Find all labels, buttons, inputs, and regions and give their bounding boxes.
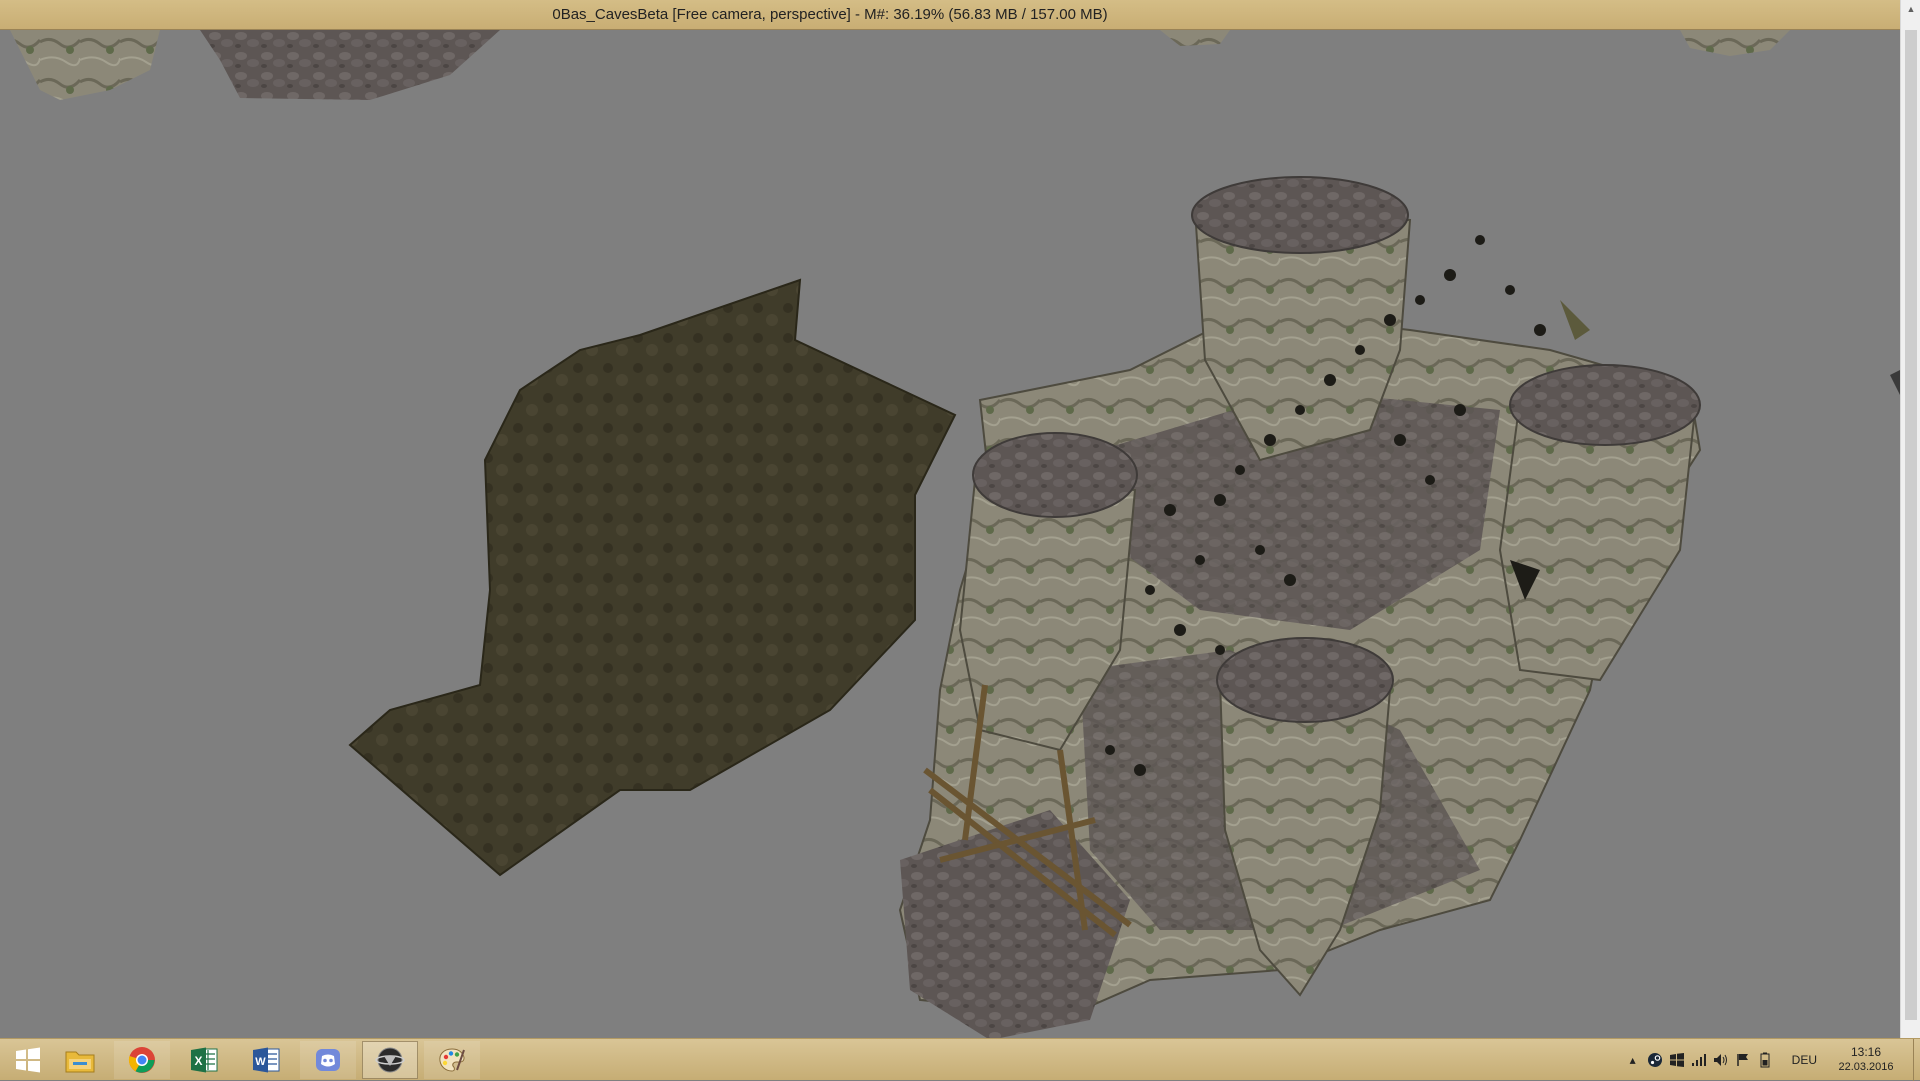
scrollbar-thumb[interactable]: [1905, 30, 1917, 1020]
construction-set-button[interactable]: [362, 1041, 418, 1079]
excel-icon: X: [191, 1047, 218, 1073]
discord-button[interactable]: [300, 1041, 356, 1079]
taskbar: X W ▴ DEU 13:16 22.03.2016: [0, 1038, 1920, 1081]
rock-pillar-right: [1498, 364, 1701, 682]
volume-icon[interactable]: [1712, 1051, 1730, 1069]
svg-text:W: W: [255, 1056, 266, 1068]
network-signal-icon[interactable]: [1690, 1051, 1708, 1069]
window-titlebar[interactable]: 0Bas_CavesBeta [Free camera, perspective…: [0, 0, 1900, 30]
system-tray: ▴ DEU 13:16 22.03.2016: [1622, 1039, 1920, 1081]
steam-icon[interactable]: [1646, 1051, 1664, 1069]
chrome-button[interactable]: [114, 1041, 170, 1079]
windows-update-icon[interactable]: [1668, 1051, 1686, 1069]
input-language-indicator[interactable]: DEU: [1792, 1053, 1817, 1067]
scene-render: [10, 30, 1900, 1038]
rock-fragment-top-right: [1680, 30, 1790, 56]
show-desktop-button[interactable]: [1913, 1039, 1920, 1081]
start-button[interactable]: [0, 1041, 56, 1079]
folder-icon: [65, 1051, 95, 1073]
chrome-icon: [128, 1047, 155, 1073]
scroll-up-icon[interactable]: ▲: [1901, 0, 1920, 18]
show-hidden-icons-icon[interactable]: ▴: [1624, 1051, 1642, 1069]
rock-fragment-top-mid: [1160, 30, 1230, 46]
discord-icon: [316, 1049, 340, 1071]
construction-set-icon: [375, 1047, 405, 1073]
vertical-scrollbar[interactable]: ▲: [1900, 0, 1920, 1038]
paint-palette-icon: [439, 1048, 465, 1072]
window-title: 0Bas_CavesBeta [Free camera, perspective…: [552, 6, 1108, 23]
clock-date: 22.03.2016: [1838, 1061, 1894, 1073]
rock-fragment-top-left: [10, 30, 500, 100]
word-icon: W: [253, 1047, 280, 1073]
file-explorer-button[interactable]: [52, 1041, 108, 1079]
battery-icon[interactable]: [1756, 1051, 1774, 1069]
action-center-flag-icon[interactable]: [1734, 1051, 1752, 1069]
excel-button[interactable]: X: [176, 1041, 232, 1079]
paint-button[interactable]: [424, 1041, 480, 1079]
word-button[interactable]: W: [238, 1041, 294, 1079]
dark-boulder: [348, 278, 957, 877]
render-viewport[interactable]: [0, 30, 1900, 1038]
windows-logo-icon: [16, 1047, 40, 1073]
taskbar-clock[interactable]: 13:16 22.03.2016: [1831, 1045, 1901, 1075]
clock-time: 13:16: [1850, 1045, 1882, 1059]
svg-text:X: X: [194, 1054, 202, 1068]
edge-fragment: [1890, 370, 1900, 395]
